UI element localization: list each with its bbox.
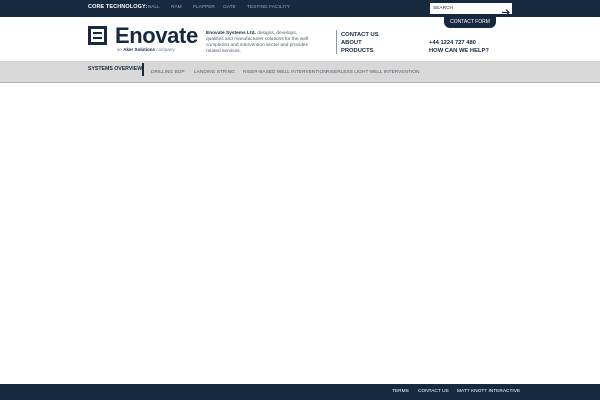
header-divider xyxy=(336,30,337,54)
contact-info: +44 1224 727 480 HOW CAN WE HELP? xyxy=(429,39,489,55)
nav-item-riserless-light-well-intervention[interactable]: RISERLESS LIGHT WELL INTERVENTION xyxy=(326,70,419,75)
search-submit-button[interactable] xyxy=(500,4,511,16)
quick-link-products[interactable]: PRODUCTS xyxy=(341,47,379,55)
search-box xyxy=(430,3,512,16)
nav-item-landing-string[interactable]: LANDING STRING xyxy=(194,70,235,75)
nav-item-riser-based-well-intervention[interactable]: RISER-BASED WELL INTERVENTION xyxy=(243,70,327,75)
core-technology-label: CORE TECHNOLOGY: xyxy=(88,4,148,10)
quick-link-about[interactable]: ABOUT xyxy=(341,39,379,47)
how-can-we-help-link[interactable]: HOW CAN WE HELP? xyxy=(429,47,489,55)
top-link-flapper[interactable]: FLAPPER xyxy=(193,5,215,10)
arrow-right-icon xyxy=(502,9,510,16)
phone-number[interactable]: +44 1224 727 480 xyxy=(429,39,489,47)
enovate-logo[interactable]: Enovate an Aker Solutions company xyxy=(88,23,198,55)
top-link-ram[interactable]: RAM xyxy=(171,5,182,10)
nav-separator xyxy=(142,63,144,76)
top-link-testing-facility[interactable]: TESTING FACILITY xyxy=(247,5,290,10)
top-bar: CORE TECHNOLOGY: BALL RAM FLAPPER GATE T… xyxy=(0,0,600,17)
search-input[interactable] xyxy=(430,3,496,14)
nav-item-systems-overview[interactable]: SYSTEMS OVERVIEW xyxy=(88,66,142,72)
footer-link-terms[interactable]: TERMS xyxy=(392,389,409,394)
logo-subtitle: an Aker Solutions company xyxy=(117,47,175,52)
footer-link-contact-us[interactable]: CONTACT US xyxy=(418,389,449,394)
enovate-logo-icon xyxy=(88,26,107,45)
quick-links: CONTACT US ABOUT PRODUCTS xyxy=(341,31,379,55)
company-intro: Enovate Systems Ltd. designs, develops, … xyxy=(206,31,309,54)
logo-wordmark: Enovate xyxy=(115,23,198,48)
nav-item-drilling-bop[interactable]: DRILLING BOP xyxy=(151,70,185,75)
main-nav: SYSTEMS OVERVIEW DRILLING BOP LANDING ST… xyxy=(0,61,600,83)
footer: TERMS CONTACT US MATT KNOTT INTERACTIVE xyxy=(0,384,600,400)
top-link-ball[interactable]: BALL xyxy=(148,5,160,10)
footer-link-matt-knott-interactive[interactable]: MATT KNOTT INTERACTIVE xyxy=(457,389,520,394)
quick-link-contact-us[interactable]: CONTACT US xyxy=(341,31,379,39)
top-link-gate[interactable]: GATE xyxy=(223,5,236,10)
contact-form-button[interactable]: CONTACT FORM xyxy=(444,17,496,28)
main-content xyxy=(0,83,600,384)
